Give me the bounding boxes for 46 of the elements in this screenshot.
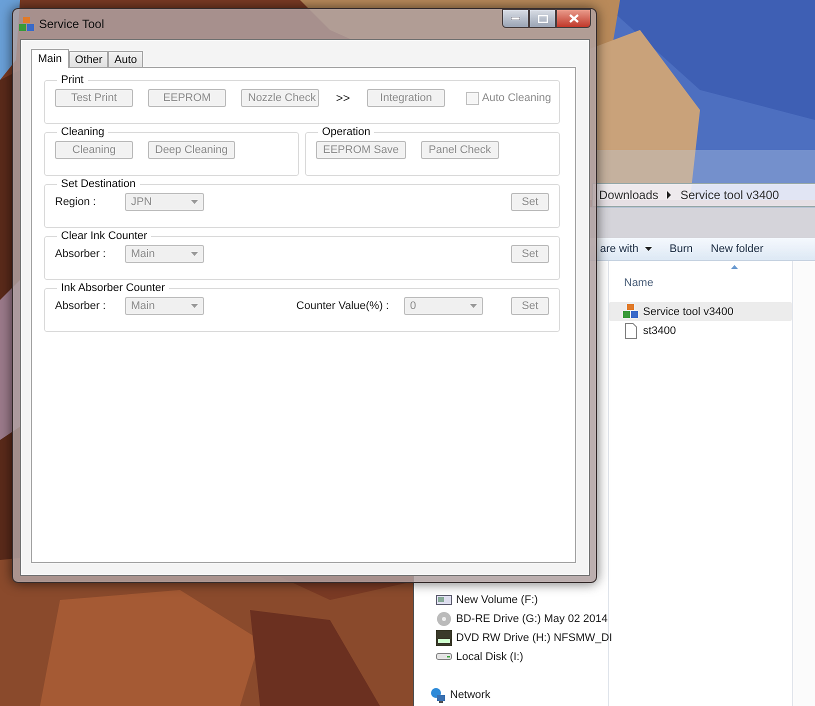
window-title: Service Tool bbox=[39, 17, 104, 31]
maximize-button[interactable] bbox=[529, 9, 556, 28]
breadcrumb-item[interactable]: Service tool v3400 bbox=[680, 188, 780, 202]
caret-icon bbox=[191, 200, 198, 204]
close-button[interactable] bbox=[556, 9, 591, 28]
field-label: Counter Value(%) : bbox=[296, 300, 389, 312]
app-icon bbox=[623, 304, 639, 320]
minimize-button[interactable] bbox=[502, 9, 529, 28]
checkbox-label: Auto Cleaning bbox=[482, 92, 552, 104]
column-header[interactable]: Name bbox=[624, 277, 654, 289]
network-icon bbox=[430, 686, 446, 702]
disc-icon bbox=[436, 610, 452, 626]
nav-item[interactable]: BD-RE Drive (G:) May 02 2014 bbox=[436, 609, 608, 628]
toolbar-button[interactable]: Burn bbox=[670, 243, 693, 255]
toolbar-button[interactable]: New folder bbox=[710, 243, 764, 255]
breadcrumb-item[interactable]: Downloads bbox=[599, 188, 658, 202]
group-title: Set Destination bbox=[60, 178, 137, 190]
group-title: Print bbox=[60, 74, 85, 86]
field-label: Region : bbox=[55, 196, 97, 208]
nav-item[interactable]: DVD RW Drive (H:) NFSMW_DI bbox=[436, 628, 612, 647]
breadcrumb-arrow-icon bbox=[666, 191, 672, 199]
file-row[interactable]: st3400 bbox=[609, 321, 792, 340]
nav-item[interactable]: Network bbox=[430, 685, 490, 704]
tab[interactable]: Main bbox=[31, 49, 69, 68]
caret-icon bbox=[191, 304, 198, 308]
group-title: Ink Absorber Counter bbox=[60, 282, 166, 294]
caret-icon bbox=[191, 252, 198, 256]
tab[interactable]: Other bbox=[68, 51, 108, 67]
toolbar-button[interactable]: are with bbox=[600, 243, 652, 255]
dvd-icon bbox=[436, 630, 452, 646]
separator-text: >> bbox=[336, 91, 350, 105]
minimize-icon bbox=[511, 17, 520, 20]
app-icon bbox=[19, 17, 34, 31]
field-label: Absorber : bbox=[55, 300, 107, 312]
group-title: Cleaning bbox=[60, 126, 106, 138]
sort-chevron-icon bbox=[731, 265, 738, 269]
maximize-icon bbox=[538, 14, 548, 22]
nav-item[interactable]: Local Disk (I:) bbox=[436, 647, 524, 666]
field-label: Absorber : bbox=[55, 248, 107, 260]
close-icon bbox=[568, 14, 578, 23]
group-title: Operation bbox=[321, 126, 372, 138]
nav-item[interactable]: New Volume (F:) bbox=[436, 590, 538, 609]
group-title: Clear Ink Counter bbox=[60, 230, 148, 242]
file-row[interactable]: Service tool v3400 bbox=[609, 302, 792, 321]
tab[interactable]: Auto bbox=[108, 51, 143, 67]
caret-icon bbox=[470, 304, 477, 308]
